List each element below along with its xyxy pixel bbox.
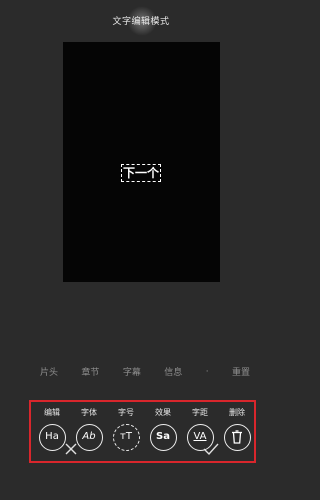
tool-effect[interactable]: 效果 Sa [146,408,180,451]
effect-icon[interactable]: Sa [149,424,177,451]
section-tab-chapter[interactable]: 章节 [81,365,99,378]
trash-icon[interactable] [223,424,251,451]
confirm-button[interactable] [200,442,222,464]
tool-edit-label: 编辑 [44,408,60,417]
trash-glyph [232,430,242,444]
cancel-button[interactable] [60,442,82,464]
close-icon [65,443,77,455]
font-size-glyph: ᴛT [120,431,132,442]
tool-delete-label: 删除 [229,408,245,417]
font-size-icon[interactable]: ᴛT [112,424,140,451]
tool-font-label: 字体 [81,408,97,417]
section-tab-reset[interactable]: 重置 [232,365,250,378]
tool-effect-label: 效果 [155,408,171,417]
letter-spacing-glyph: VA [193,431,207,442]
section-tab-intro[interactable]: 片头 [40,365,58,378]
edit-text-glyph: Ha [45,431,59,442]
tool-letter-spacing-label: 字距 [192,408,208,417]
font-glyph: Ab [82,431,96,442]
section-separator: · [205,366,209,377]
video-preview-canvas[interactable]: 下一个 [63,42,220,282]
text-overlay-box[interactable]: 下一个 [121,164,161,182]
tool-font-size[interactable]: 字号 ᴛT [109,408,143,451]
section-tabs: 片头 章节 字幕 信息 · 重置 [40,365,250,379]
page-title: 文字编辑模式 [112,17,170,27]
tool-font-size-label: 字号 [118,408,134,417]
effect-glyph: Sa [156,431,170,442]
check-icon [203,443,219,456]
section-tab-subtitle[interactable]: 字幕 [123,365,141,378]
section-tab-info[interactable]: 信息 [164,365,182,378]
tool-delete[interactable]: 删除 [220,408,254,451]
